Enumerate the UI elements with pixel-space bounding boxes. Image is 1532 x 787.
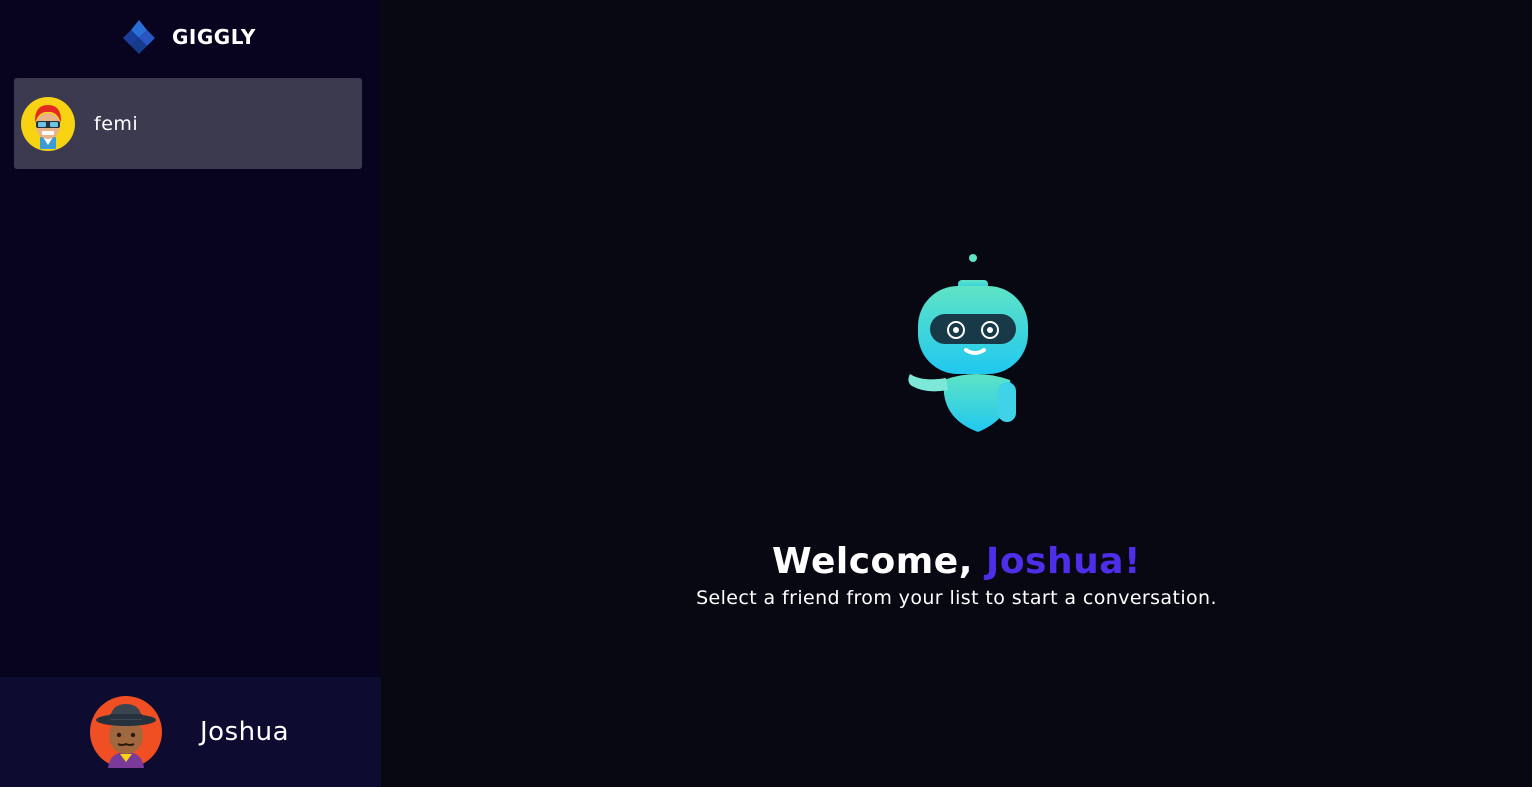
current-user-panel[interactable]: Joshua — [0, 677, 381, 787]
brand[interactable]: GIGGLY — [120, 18, 256, 56]
diamond-logo-icon — [120, 18, 158, 56]
welcome-user-name: Joshua! — [985, 541, 1141, 582]
contact-item-femi[interactable]: femi — [14, 78, 362, 169]
contact-name: femi — [94, 112, 139, 135]
robot-waving-icon — [904, 250, 1034, 436]
sidebar: GIGGLY femi Joshua — [0, 0, 381, 787]
contact-list: femi — [14, 78, 362, 169]
welcome-prefix: Welcome, — [772, 541, 986, 582]
app-root: GIGGLY femi Joshua — [0, 0, 1532, 787]
avatar — [21, 96, 75, 151]
welcome-subtitle: Select a friend from your list to start … — [696, 587, 1217, 609]
current-user-name: Joshua — [200, 717, 290, 747]
brand-name: GIGGLY — [172, 25, 256, 49]
avatar — [90, 696, 162, 768]
welcome-heading: Welcome, Joshua! — [381, 541, 1532, 582]
